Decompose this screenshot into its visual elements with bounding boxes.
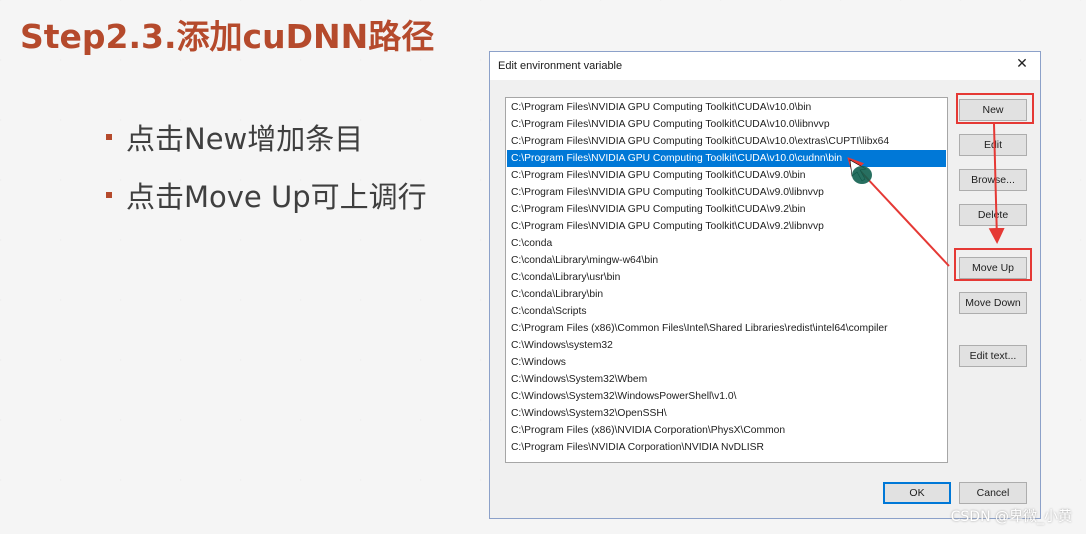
- annotation-overlay: [847, 123, 1005, 267]
- watermark: CSDN @卑微_小黄: [950, 509, 1072, 525]
- cursor-click-indicator: [852, 166, 872, 184]
- arrow-new-to-moveup: [988, 123, 1005, 244]
